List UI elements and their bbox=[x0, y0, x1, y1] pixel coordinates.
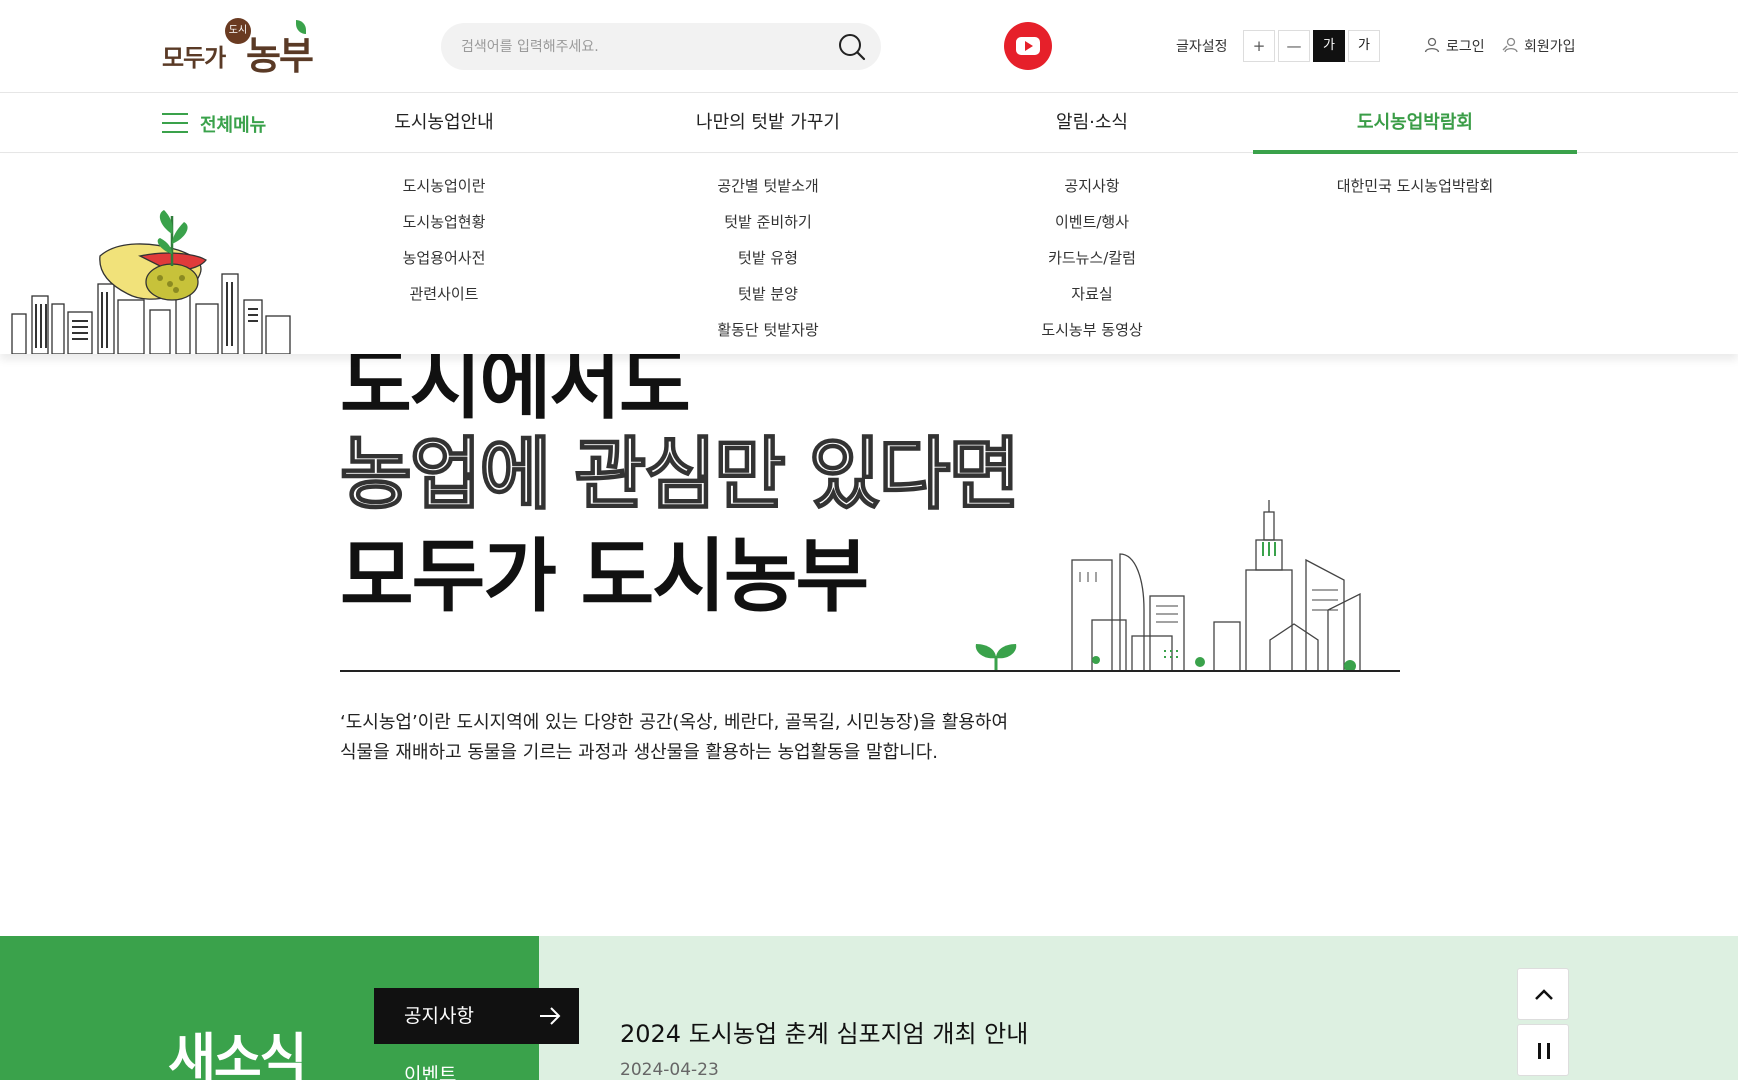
hero-description: ‘도시농업’이란 도시지역에 있는 다양한 공간(옥상, 베란다, 골목길, 시… bbox=[340, 708, 1100, 768]
submenu-link[interactable]: 도시농업이란 bbox=[282, 168, 606, 204]
search-input[interactable] bbox=[461, 23, 821, 70]
site-logo[interactable]: 모두가 도시 농부 bbox=[160, 18, 320, 78]
news-item-title[interactable]: 2024 도시농업 춘계 심포지엄 개최 안내 bbox=[620, 1014, 1028, 1049]
hero-divider bbox=[340, 670, 1400, 672]
news-section: 새소식 이벤트 공지사항 2024 도시농업 춘계 심포지엄 개최 안내 202… bbox=[0, 936, 1738, 1080]
chevron-up-icon bbox=[1535, 989, 1553, 1000]
news-section-title: 새소식 bbox=[168, 1029, 308, 1080]
submenu-link[interactable]: 농업용어사전 bbox=[282, 240, 606, 276]
hero-headline-3: 모두가 도시농부 bbox=[340, 530, 869, 623]
join-link[interactable]: 회원가입 bbox=[1502, 36, 1576, 56]
font-setting-label: 글자설정 bbox=[1176, 39, 1228, 55]
dropdown-col-news: 공지사항 이벤트/행사 카드뉴스/칼럼 자료실 도시농부 동영상 bbox=[930, 168, 1254, 348]
submenu-link[interactable]: 관련사이트 bbox=[282, 276, 606, 312]
slider-pause-button[interactable] bbox=[1517, 1024, 1569, 1076]
dropdown-col-guide: 도시농업이란 도시농업현황 농업용어사전 관련사이트 bbox=[282, 168, 606, 312]
submenu-link[interactable]: 카드뉴스/칼럼 bbox=[930, 240, 1254, 276]
news-tab-events[interactable]: 이벤트 bbox=[404, 1060, 456, 1080]
dropdown-col-garden: 공간별 텃밭소개 텃밭 준비하기 텃밭 유형 텃밭 분양 활동단 텃밭자랑 bbox=[606, 168, 930, 348]
user-icon bbox=[1424, 37, 1440, 53]
hero-description-line-1: ‘도시농업’이란 도시지역에 있는 다양한 공간(옥상, 베란다, 골목길, 시… bbox=[340, 712, 1009, 733]
news-tab-notice-label: 공지사항 bbox=[404, 1005, 474, 1027]
submenu-link[interactable]: 텃밭 분양 bbox=[606, 276, 930, 312]
pause-icon bbox=[1538, 1043, 1550, 1059]
all-menu-label: 전체메뉴 bbox=[200, 115, 267, 136]
global-nav: 전체메뉴 도시농업안내 나만의 텃밭 가꾸기 알림·소식 도시농업박람회 bbox=[0, 93, 1738, 154]
submenu-link[interactable]: 이벤트/행사 bbox=[930, 204, 1254, 240]
submenu-link[interactable]: 도시농부 동영상 bbox=[930, 312, 1254, 348]
slider-prev-button[interactable] bbox=[1517, 968, 1569, 1020]
news-item-date: 2024-04-23 bbox=[620, 1060, 719, 1080]
login-link[interactable]: 로그인 bbox=[1424, 36, 1485, 56]
submenu-link[interactable]: 공지사항 bbox=[930, 168, 1254, 204]
submenu-link[interactable]: 대한민국 도시농업박람회 bbox=[1253, 168, 1577, 204]
submenu-link[interactable]: 공간별 텃밭소개 bbox=[606, 168, 930, 204]
logo-text-small: 모두가 bbox=[162, 44, 226, 72]
news-tab-notice[interactable]: 공지사항 bbox=[374, 988, 579, 1044]
search-box bbox=[441, 23, 881, 70]
submenu-link[interactable]: 도시농업현황 bbox=[282, 204, 606, 240]
nav-item-news[interactable]: 알림·소식 bbox=[930, 93, 1254, 153]
hero-description-line-2: 식물을 재배하고 동물을 기르는 과정과 생산물을 활용하는 농업활동을 말합니… bbox=[340, 742, 938, 763]
city-skyline-illustration bbox=[960, 500, 1400, 672]
hamburger-icon bbox=[162, 113, 188, 133]
hero-headline-2: 농업에 관심만 있다면 bbox=[339, 429, 1021, 521]
hand-sprout-city-illustration bbox=[11, 210, 291, 354]
user-add-icon bbox=[1502, 37, 1518, 53]
submenu-link[interactable]: 자료실 bbox=[930, 276, 1254, 312]
font-theme-dark-button[interactable]: 가 bbox=[1313, 30, 1345, 62]
youtube-icon[interactable] bbox=[1004, 22, 1052, 70]
nav-item-my-garden[interactable]: 나만의 텃밭 가꾸기 bbox=[606, 93, 930, 153]
site-header: 모두가 도시 농부 글자설정 + — 가 가 로그인 회원가입 bbox=[0, 0, 1738, 93]
font-increase-button[interactable]: + bbox=[1243, 30, 1275, 62]
font-theme-light-button[interactable]: 가 bbox=[1348, 30, 1380, 62]
mega-dropdown: 도시농업이란 도시농업현황 농업용어사전 관련사이트 공간별 텃밭소개 텃밭 준… bbox=[0, 154, 1738, 354]
nav-item-urban-farming-guide[interactable]: 도시농업안내 bbox=[282, 93, 606, 153]
dropdown-col-expo: 대한민국 도시농업박람회 bbox=[1253, 168, 1577, 204]
font-decrease-button[interactable]: — bbox=[1278, 30, 1310, 62]
submenu-link[interactable]: 텃밭 준비하기 bbox=[606, 204, 930, 240]
submenu-link[interactable]: 텃밭 유형 bbox=[606, 240, 930, 276]
search-icon[interactable] bbox=[837, 32, 867, 62]
arrow-right-icon bbox=[540, 1007, 561, 1025]
submenu-link[interactable]: 활동단 텃밭자랑 bbox=[606, 312, 930, 348]
nav-item-expo[interactable]: 도시농업박람회 bbox=[1253, 93, 1577, 154]
